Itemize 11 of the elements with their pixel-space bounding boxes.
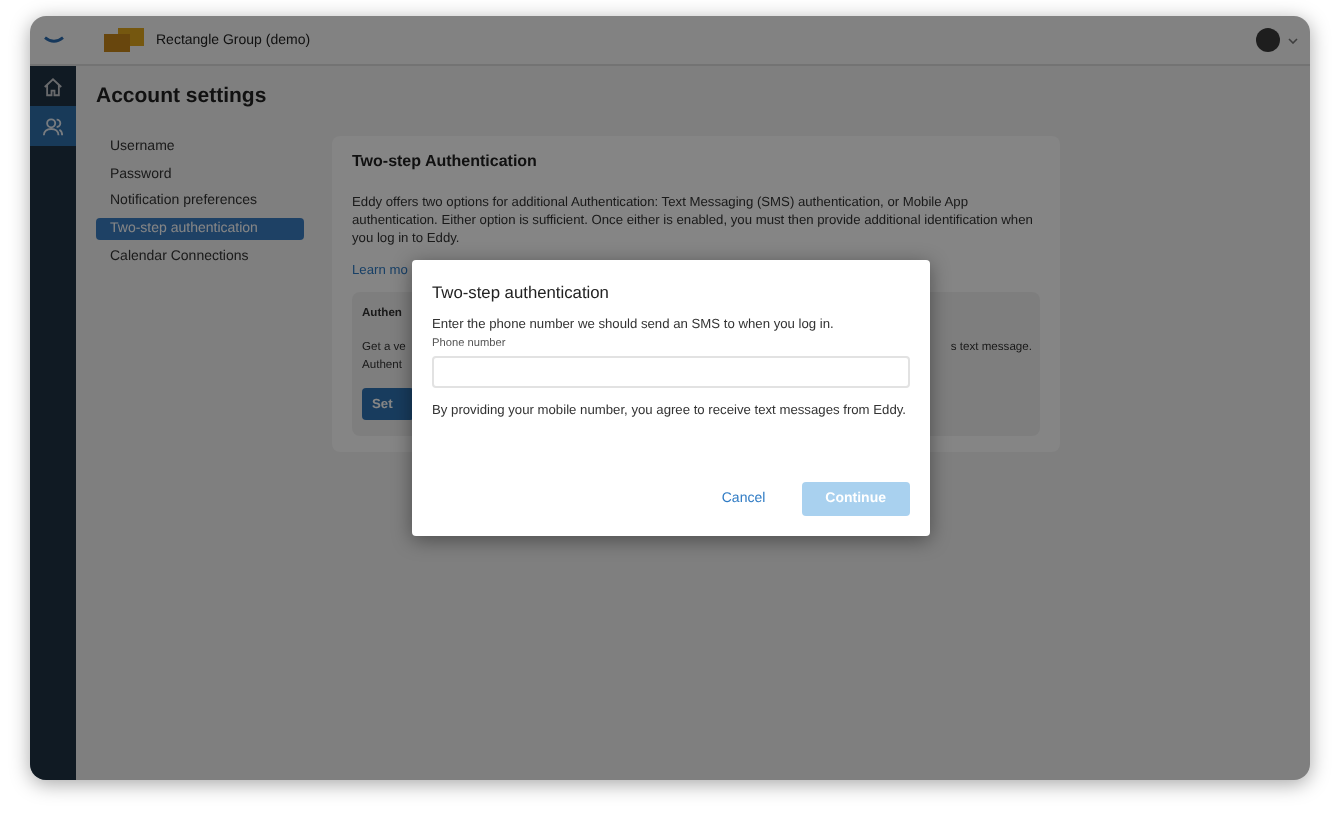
sidebar-tab[interactable] [30,106,76,146]
dialog-title: Two-step authentication [432,282,611,302]
page-title: Account settings [96,84,269,108]
section-title: Two-step Authentication [352,152,539,170]
people-icon[interactable] [42,115,64,137]
home-icon[interactable] [42,75,64,97]
logo-icon [43,36,63,44]
chevron-down-icon[interactable] [1288,37,1298,43]
phone-number-field[interactable] [432,356,910,388]
avatar-icon[interactable] [1256,28,1280,52]
org-logo-icon [104,28,144,52]
